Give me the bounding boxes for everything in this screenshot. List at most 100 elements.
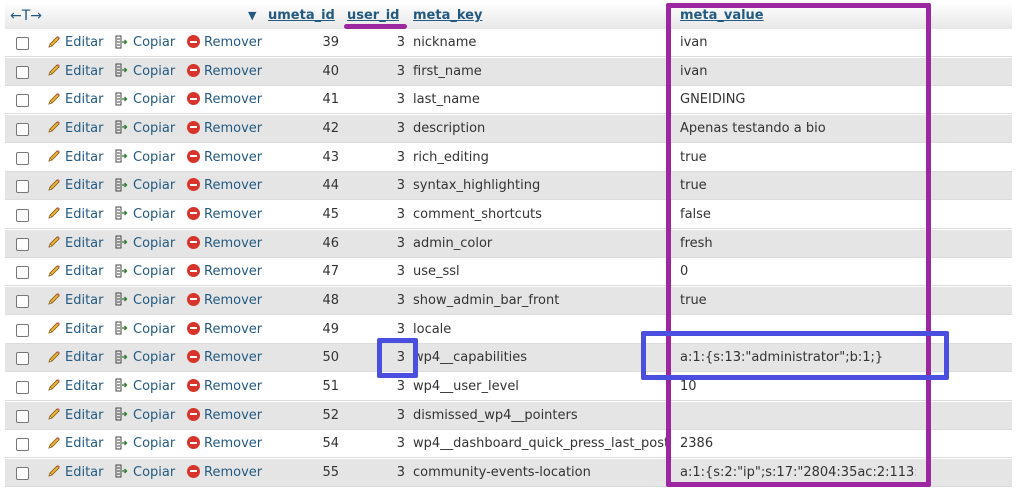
remove-link[interactable]: Remover xyxy=(187,402,262,430)
edit-link[interactable]: Editar xyxy=(47,172,104,200)
row-checkbox[interactable] xyxy=(16,266,29,280)
row-checkbox[interactable] xyxy=(16,466,29,480)
sort-dropdown-icon[interactable]: ▼ xyxy=(248,0,262,30)
copy-link[interactable]: Copiar xyxy=(115,287,175,315)
edit-link[interactable]: Editar xyxy=(47,287,104,315)
copy-link[interactable]: Copiar xyxy=(115,316,175,344)
edit-label: Editar xyxy=(65,436,104,452)
copy-label: Copiar xyxy=(133,178,176,194)
copy-icon xyxy=(115,35,133,50)
row-checkbox[interactable] xyxy=(16,352,29,366)
edit-label: Editar xyxy=(65,63,104,79)
column-header-user-id[interactable]: user_id xyxy=(347,0,399,30)
remove-link[interactable]: Remover xyxy=(187,316,262,344)
row-checkbox[interactable] xyxy=(16,237,29,251)
header-band xyxy=(5,2,1012,30)
remove-link[interactable]: Remover xyxy=(187,344,262,372)
row-checkbox[interactable] xyxy=(16,294,29,308)
edit-link[interactable]: Editar xyxy=(47,344,104,372)
edit-link[interactable]: Editar xyxy=(47,258,104,286)
remove-icon xyxy=(187,178,200,192)
edit-link[interactable]: Editar xyxy=(47,201,104,229)
remove-label: Remover xyxy=(204,407,263,423)
pencil-icon xyxy=(47,64,65,79)
remove-link[interactable]: Remover xyxy=(187,201,262,229)
edit-link[interactable]: Editar xyxy=(47,430,104,458)
column-header-meta-key[interactable]: meta_key xyxy=(413,0,493,30)
remove-link[interactable]: Remover xyxy=(187,459,262,487)
copy-link[interactable]: Copiar xyxy=(115,172,175,200)
copy-link[interactable]: Copiar xyxy=(115,29,175,57)
copy-label: Copiar xyxy=(133,235,176,251)
row-checkbox[interactable] xyxy=(16,380,29,394)
cell-meta-key: show_admin_bar_front xyxy=(413,292,560,308)
cell-user-id: 3 xyxy=(396,378,405,394)
remove-link[interactable]: Remover xyxy=(187,287,262,315)
edit-link[interactable]: Editar xyxy=(47,459,104,487)
edit-link[interactable]: Editar xyxy=(47,316,104,344)
row-checkbox[interactable] xyxy=(16,122,29,136)
cell-meta-value xyxy=(680,402,916,430)
remove-link[interactable]: Remover xyxy=(187,430,262,458)
copy-link[interactable]: Copiar xyxy=(115,430,175,458)
copy-link[interactable]: Copiar xyxy=(115,115,175,143)
remove-link[interactable]: Remover xyxy=(187,258,262,286)
column-header-umeta-id[interactable]: umeta_id xyxy=(268,0,338,30)
edit-link[interactable]: Editar xyxy=(47,58,104,86)
edit-link[interactable]: Editar xyxy=(47,86,104,114)
row-checkbox[interactable] xyxy=(16,323,29,337)
copy-link[interactable]: Copiar xyxy=(115,144,175,172)
copy-icon xyxy=(115,206,133,222)
edit-link[interactable]: Editar xyxy=(47,115,104,143)
cell-umeta-id: 39 xyxy=(322,35,339,50)
copy-link[interactable]: Copiar xyxy=(115,230,175,258)
copy-label: Copiar xyxy=(133,264,176,280)
edit-link[interactable]: Editar xyxy=(47,402,104,430)
copy-link[interactable]: Copiar xyxy=(115,344,175,372)
copy-link[interactable]: Copiar xyxy=(115,373,175,401)
cell-meta-value: ivan xyxy=(680,63,708,79)
copy-label: Copiar xyxy=(133,63,176,79)
column-header-meta-value[interactable]: meta_value xyxy=(680,0,770,30)
edit-link[interactable]: Editar xyxy=(47,144,104,172)
edit-label: Editar xyxy=(65,464,104,480)
copy-icon xyxy=(115,350,133,365)
cell-user-id: 3 xyxy=(396,63,405,79)
row-checkbox[interactable] xyxy=(16,94,29,108)
row-checkbox[interactable] xyxy=(16,409,29,423)
remove-link[interactable]: Remover xyxy=(187,29,262,57)
copy-link[interactable]: Copiar xyxy=(115,402,175,430)
table-row: Editar Copiar Remover 46 3 admin_color fresh xyxy=(0,229,1020,258)
edit-link[interactable]: Editar xyxy=(47,230,104,258)
edit-link[interactable]: Editar xyxy=(47,29,104,57)
column-resize-arrows[interactable]: ←T→ xyxy=(10,0,60,30)
copy-label: Copiar xyxy=(133,149,176,165)
copy-link[interactable]: Copiar xyxy=(115,459,175,487)
remove-link[interactable]: Remover xyxy=(187,373,262,401)
remove-link[interactable]: Remover xyxy=(187,115,262,143)
remove-link[interactable]: Remover xyxy=(187,230,262,258)
row-checkbox[interactable] xyxy=(16,438,29,452)
remove-link[interactable]: Remover xyxy=(187,58,262,86)
cell-user-id: 3 xyxy=(396,350,405,366)
copy-link[interactable]: Copiar xyxy=(115,58,175,86)
row-checkbox[interactable] xyxy=(16,37,29,50)
remove-link[interactable]: Remover xyxy=(187,172,262,200)
remove-link[interactable]: Remover xyxy=(187,86,262,114)
table-row: Editar Copiar Remover 47 3 use_ssl 0 xyxy=(0,258,1020,287)
row-checkbox[interactable] xyxy=(16,65,29,79)
remove-label: Remover xyxy=(204,436,263,452)
copy-link[interactable]: Copiar xyxy=(115,201,175,229)
cell-user-id: 3 xyxy=(396,292,405,308)
copy-link[interactable]: Copiar xyxy=(115,258,175,286)
remove-label: Remover xyxy=(204,149,263,165)
remove-link[interactable]: Remover xyxy=(187,144,262,172)
cell-meta-key: community-events-location xyxy=(413,464,591,480)
row-checkbox[interactable] xyxy=(16,208,29,222)
row-checkbox[interactable] xyxy=(16,180,29,194)
row-checkbox[interactable] xyxy=(16,151,29,165)
pencil-icon xyxy=(47,35,65,50)
edit-link[interactable]: Editar xyxy=(47,373,104,401)
copy-link[interactable]: Copiar xyxy=(115,86,175,114)
remove-icon xyxy=(187,464,200,478)
